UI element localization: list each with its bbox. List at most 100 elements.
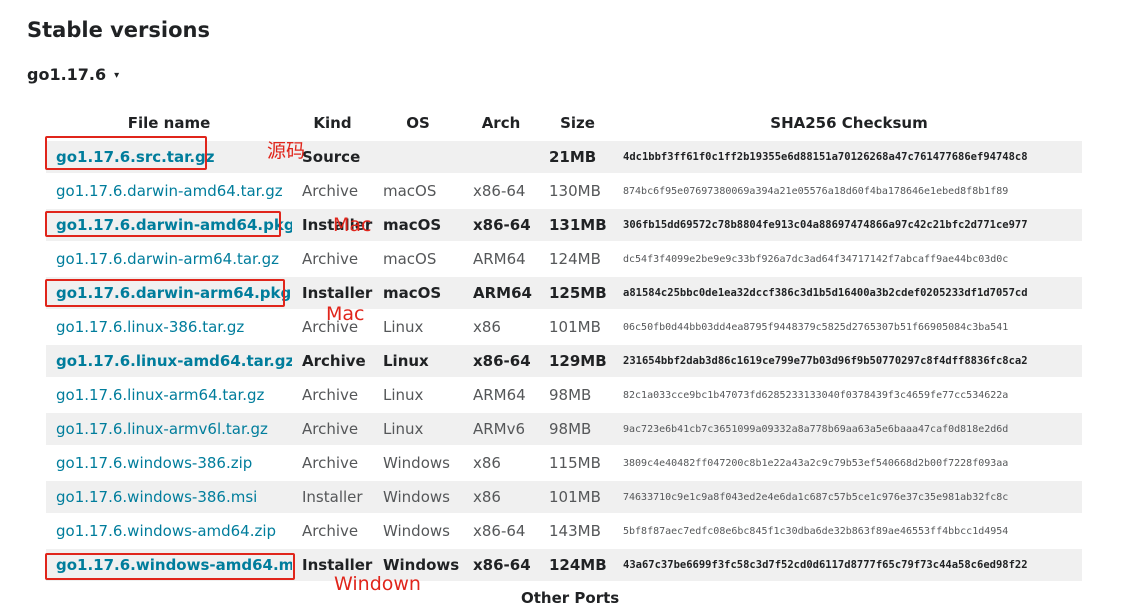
table-row: go1.17.6.darwin-arm64.tar.gz Archive macOS… xyxy=(46,241,1082,275)
file-name-cell: go1.17.6.linux-386.tar.gz xyxy=(46,309,292,343)
arch-cell: x86-64 xyxy=(463,173,539,207)
file-name-cell: go1.17.6.linux-amd64.tar.gz xyxy=(46,343,292,377)
annotation-source-label: 源码 xyxy=(267,140,306,162)
size-cell: 125MB xyxy=(539,275,616,309)
arch-cell: ARMv6 xyxy=(463,411,539,445)
checksum-cell: dc54f3f4099e2be9e9c33bf926a7dc3ad64f3471… xyxy=(616,241,1082,275)
os-cell: Windows xyxy=(373,513,463,547)
size-cell: 21MB xyxy=(539,139,616,173)
checksum-cell: 4dc1bbf3ff61f0c1ff2b19355e6d88151a701262… xyxy=(616,139,1082,173)
table-row: go1.17.6.windows-amd64.zip Archive Windows… xyxy=(46,513,1082,547)
checksum-cell: 874bc6f95e07697380069a394a21e05576a18d60… xyxy=(616,173,1082,207)
annotation-windows-label: Windown xyxy=(334,573,421,595)
size-cell: 143MB xyxy=(539,513,616,547)
checksum-cell: 3809c4e40482ff047200c8b1e22a43a2c9c79b53… xyxy=(616,445,1082,479)
kind-cell: Installer xyxy=(292,479,373,513)
checksum-cell: 74633710c9e1c9a8f043ed2e4e6da1c687c57b5c… xyxy=(616,479,1082,513)
file-name-link[interactable]: go1.17.6.windows-386.zip xyxy=(56,454,252,472)
os-cell: macOS xyxy=(373,207,463,241)
table-row: go1.17.6.linux-amd64.tar.gz Archive Linux x… xyxy=(46,343,1082,377)
annotation-box-src xyxy=(45,136,207,170)
arch-cell: x86 xyxy=(463,309,539,343)
header-checksum: SHA256 Checksum xyxy=(770,113,928,132)
os-cell: Windows xyxy=(373,445,463,479)
file-name-link[interactable]: go1.17.6.linux-amd64.tar.gz xyxy=(56,352,292,370)
file-name-link[interactable]: go1.17.6.darwin-arm64.tar.gz xyxy=(56,250,279,268)
arch-cell: x86-64 xyxy=(463,547,539,581)
checksum-cell: 9ac723e6b41cb7c3651099a09332a8a778b69aa6… xyxy=(616,411,1082,445)
size-cell: 124MB xyxy=(539,547,616,581)
section-title: Stable versions xyxy=(27,18,210,42)
arch-cell: x86-64 xyxy=(463,343,539,377)
table-row: go1.17.6.linux-arm64.tar.gz Archive Linux A… xyxy=(46,377,1082,411)
downloads-table: File name Kind OS Arch Size SHA256 Check… xyxy=(46,106,1082,581)
checksum-cell: a81584c25bbc0de1ea32dccf386c3d1b5d16400a… xyxy=(616,275,1082,309)
checksum-cell: 06c50fb0d44bb03dd4ea8795f9448379c5825d27… xyxy=(616,309,1082,343)
arch-cell: ARM64 xyxy=(463,241,539,275)
size-cell: 130MB xyxy=(539,173,616,207)
os-cell: Windows xyxy=(373,479,463,513)
caret-down-icon: ▾ xyxy=(114,70,120,81)
os-cell: Linux xyxy=(373,411,463,445)
os-cell: Linux xyxy=(373,377,463,411)
checksum-cell: 82c1a033cce9bc1b47073fd6285233133040f037… xyxy=(616,377,1082,411)
file-name-link[interactable]: go1.17.6.linux-arm64.tar.gz xyxy=(56,386,264,404)
annotation-mac-label-2: Mac xyxy=(326,303,365,325)
file-name-cell: go1.17.6.linux-armv6l.tar.gz xyxy=(46,411,292,445)
table-row: go1.17.6.darwin-amd64.tar.gz Archive macOS… xyxy=(46,173,1082,207)
os-cell: macOS xyxy=(373,173,463,207)
version-label: go1.17.6 xyxy=(27,65,107,84)
os-cell: macOS xyxy=(373,241,463,275)
size-cell: 98MB xyxy=(539,411,616,445)
arch-cell: x86 xyxy=(463,479,539,513)
file-name-link[interactable]: go1.17.6.windows-amd64.zip xyxy=(56,522,276,540)
kind-cell: Archive xyxy=(292,377,373,411)
other-ports-heading: Other Ports xyxy=(521,589,620,607)
size-cell: 98MB xyxy=(539,377,616,411)
os-cell: macOS xyxy=(373,275,463,309)
kind-cell: Archive xyxy=(292,241,373,275)
header-kind: Kind xyxy=(313,113,352,132)
kind-cell: Archive xyxy=(292,343,373,377)
size-cell: 101MB xyxy=(539,479,616,513)
checksum-cell: 43a67c37be6699f3fc58c3d7f52cd0d6117d8777… xyxy=(616,547,1082,581)
arch-cell: x86-64 xyxy=(463,207,539,241)
file-name-link[interactable]: go1.17.6.windows-386.msi xyxy=(56,488,257,506)
arch-cell: x86 xyxy=(463,445,539,479)
kind-cell: Archive xyxy=(292,445,373,479)
file-name-cell: go1.17.6.windows-amd64.zip xyxy=(46,513,292,547)
os-cell: Linux xyxy=(373,309,463,343)
arch-cell xyxy=(463,139,539,173)
table-header-row: File name Kind OS Arch Size SHA256 Check… xyxy=(46,106,1082,139)
annotation-box-windows-amd64-msi xyxy=(45,553,295,580)
annotation-box-darwin-arm64-pkg xyxy=(45,279,285,307)
size-cell: 115MB xyxy=(539,445,616,479)
file-name-link[interactable]: go1.17.6.darwin-amd64.tar.gz xyxy=(56,182,283,200)
kind-cell: Archive xyxy=(292,411,373,445)
table-row: go1.17.6.linux-386.tar.gz Archive Linux x86… xyxy=(46,309,1082,343)
size-cell: 124MB xyxy=(539,241,616,275)
file-name-link[interactable]: go1.17.6.linux-armv6l.tar.gz xyxy=(56,420,268,438)
file-name-link[interactable]: go1.17.6.linux-386.tar.gz xyxy=(56,318,244,336)
header-size: Size xyxy=(560,113,595,132)
table-row: go1.17.6.windows-386.zip Archive Windows x8… xyxy=(46,445,1082,479)
arch-cell: ARM64 xyxy=(463,275,539,309)
table-row: go1.17.6.linux-armv6l.tar.gz Archive Linux… xyxy=(46,411,1082,445)
kind-cell: Archive xyxy=(292,513,373,547)
size-cell: 101MB xyxy=(539,309,616,343)
header-os: OS xyxy=(406,113,430,132)
annotation-mac-label-1: Mac xyxy=(333,214,372,236)
header-file-name: File name xyxy=(127,113,211,132)
file-name-cell: go1.17.6.darwin-arm64.tar.gz xyxy=(46,241,292,275)
version-toggle[interactable]: go1.17.6 ▾ xyxy=(27,65,119,84)
checksum-cell: 306fb15dd69572c78b8804fe913c04a886974748… xyxy=(616,207,1082,241)
checksum-cell: 231654bbf2dab3d86c1619ce799e77b03d96f9b5… xyxy=(616,343,1082,377)
arch-cell: ARM64 xyxy=(463,377,539,411)
size-cell: 131MB xyxy=(539,207,616,241)
annotation-box-darwin-amd64-pkg xyxy=(45,211,281,237)
file-name-cell: go1.17.6.windows-386.msi xyxy=(46,479,292,513)
os-cell: Linux xyxy=(373,343,463,377)
file-name-cell: go1.17.6.windows-386.zip xyxy=(46,445,292,479)
header-arch: Arch xyxy=(481,113,521,132)
checksum-cell: 5bf8f87aec7edfc08e6bc845f1c30dba6de32b86… xyxy=(616,513,1082,547)
